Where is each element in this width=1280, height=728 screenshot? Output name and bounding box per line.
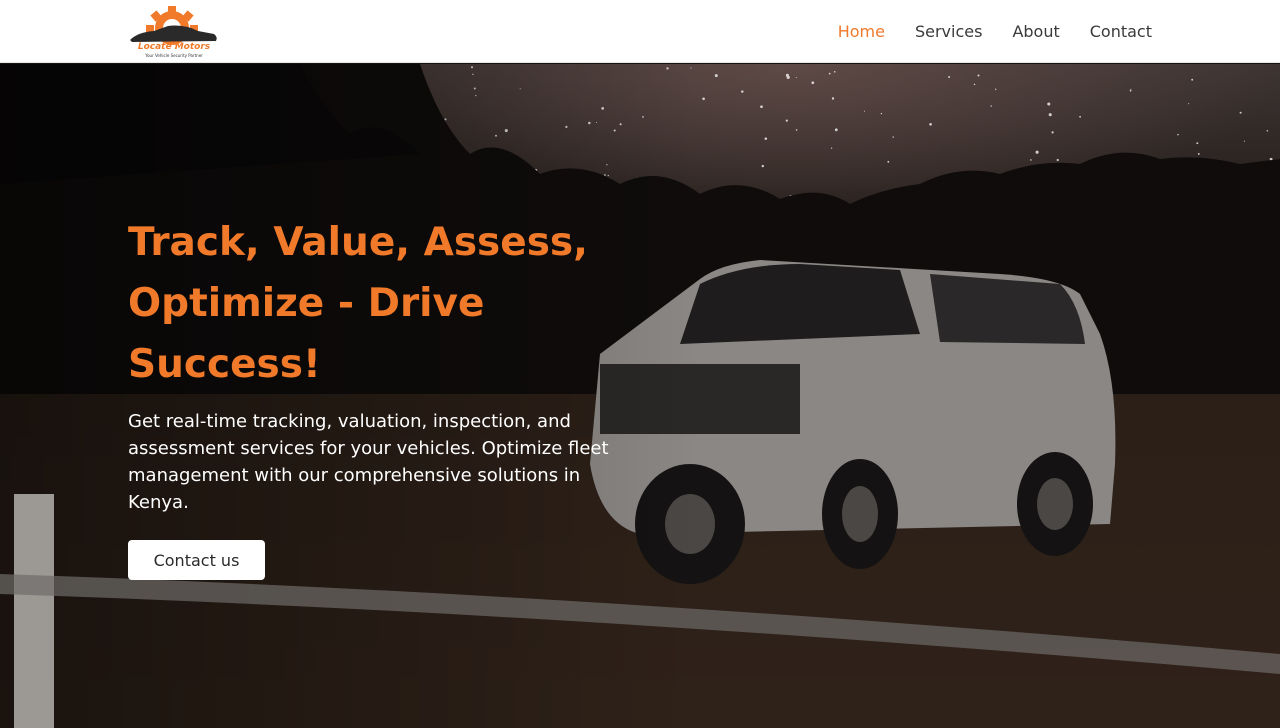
star [811,81,815,85]
star [785,73,789,77]
star [1188,103,1190,105]
nav-about[interactable]: About [1012,22,1059,41]
star [1177,133,1179,136]
star [1079,115,1081,118]
hero-description: Get real-time tracking, valuation, inspe… [128,411,609,513]
star [1239,111,1242,114]
star [1197,152,1200,155]
star [1196,142,1199,145]
fence-post [14,494,54,728]
star [1130,88,1132,90]
star [831,97,835,100]
star [1030,159,1032,161]
logo[interactable]: Locate Motors Your Vehicle Security Part… [128,4,220,60]
nav-contact[interactable]: Contact [1090,22,1152,41]
star [880,112,883,115]
star [1266,130,1269,132]
star [795,129,798,131]
star [1047,102,1051,106]
star [795,76,797,79]
star [702,97,705,101]
star [761,164,765,168]
star [1191,78,1194,81]
gear-car-logo-icon: Locate Motors Your Vehicle Security Part… [130,6,217,58]
logo-tagline-text: Your Vehicle Security Partner [144,53,203,58]
star [1035,150,1039,154]
star [785,119,788,122]
star [977,74,980,77]
star [887,160,890,163]
star [1056,158,1059,162]
star [833,70,836,73]
logo-brand-text: Locate Motors [138,42,211,52]
star [948,76,951,78]
star [994,88,997,91]
star [1048,113,1052,117]
site-header: Locate Motors Your Vehicle Security Part… [0,0,1280,63]
star [929,122,932,126]
star [892,136,894,138]
star [973,83,976,86]
contact-us-button[interactable]: Contact us [128,540,265,580]
hero-background-image [0,64,1280,728]
star [764,137,768,140]
star [1129,89,1132,92]
hero-section: Track, Value, Assess, Optimize - Drive S… [0,64,1280,728]
hero-title: Track, Value, Assess, Optimize - Drive S… [128,220,588,387]
star [760,105,763,109]
star [830,147,833,149]
nav-home[interactable]: Home [838,22,885,41]
star [834,128,838,132]
star [863,110,865,112]
nav-services[interactable]: Services [915,22,982,41]
star [990,105,992,107]
main-nav: Home Services About Contact [838,0,1152,63]
star [1243,140,1245,142]
star [828,72,831,75]
star [1051,131,1054,134]
star [714,74,718,78]
star [741,90,744,93]
